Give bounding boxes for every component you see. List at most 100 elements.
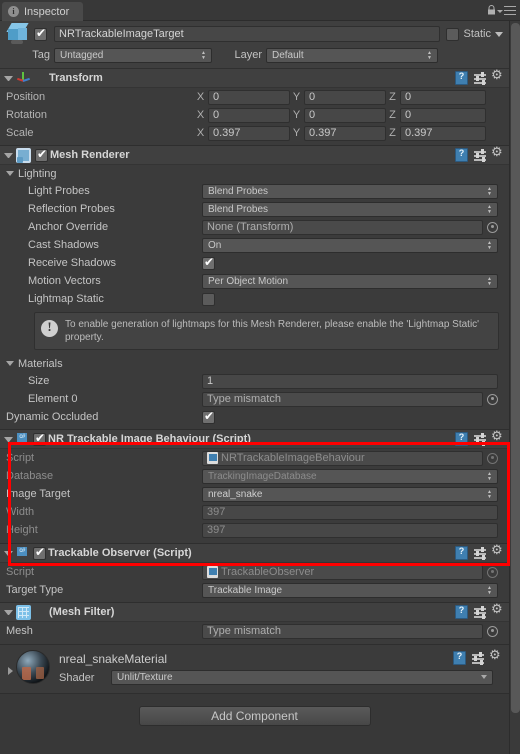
help-icon[interactable] (455, 71, 468, 85)
component-trackable-observer: Trackable Observer (Script) Script Track… (0, 543, 509, 603)
mesh-renderer-icon (16, 147, 31, 163)
warning-icon (41, 319, 58, 337)
foldout-arrow-icon[interactable] (4, 436, 13, 442)
position-y-input[interactable]: 0 (304, 89, 386, 105)
object-picker-icon[interactable] (487, 221, 498, 233)
updown-arrows-icon (426, 51, 433, 62)
hamburger-menu-icon[interactable] (504, 6, 516, 15)
inspector-content: NRTrackableImageTarget Static Tag Untagg… (0, 21, 509, 754)
preset-icon[interactable] (474, 606, 486, 619)
materials-size-label: Size (28, 375, 50, 387)
gear-icon[interactable] (489, 648, 502, 664)
tab-inspector[interactable]: i Inspector (2, 2, 84, 21)
foldout-arrow-icon[interactable] (4, 75, 13, 81)
position-z-input[interactable]: 0 (400, 89, 486, 105)
rotation-y-input[interactable]: 0 (304, 107, 386, 123)
rotation-z-input[interactable]: 0 (400, 107, 486, 123)
row-dynamic-occluded: Dynamic Occluded (0, 408, 509, 426)
materials-element0-objectfield[interactable]: Type mismatch (202, 391, 483, 407)
mesh-renderer-enabled-checkbox[interactable] (35, 147, 48, 162)
component-mesh-renderer: Mesh Renderer Lighting Light Probes Blen… (0, 145, 509, 430)
help-icon[interactable] (455, 432, 468, 446)
row-to-target-type: Target Type Trackable Image (0, 581, 509, 599)
trackable-observer-header[interactable]: Trackable Observer (Script) (0, 543, 509, 563)
row-anchor-override: Anchor Override None (Transform) (0, 218, 509, 236)
axis-x-label: X (196, 91, 205, 103)
help-icon[interactable] (455, 605, 468, 619)
preset-icon[interactable] (474, 547, 486, 560)
reflection-probes-dropdown[interactable]: Blend Probes (202, 201, 498, 217)
gear-icon[interactable] (491, 543, 504, 559)
row-motion-vectors: Motion Vectors Per Object Motion (0, 272, 509, 290)
chevron-down-icon[interactable] (497, 10, 503, 13)
materials-foldout[interactable]: Materials (0, 355, 509, 372)
gear-icon[interactable] (491, 429, 504, 445)
receive-shadows-checkbox[interactable] (202, 255, 215, 270)
layer-label: Layer (234, 49, 262, 61)
object-picker-icon[interactable] (487, 625, 498, 637)
scrollbar-thumb[interactable] (511, 23, 520, 713)
gameobject-name-input[interactable]: NRTrackableImageTarget (54, 26, 441, 42)
object-picker-icon[interactable] (487, 393, 498, 405)
foldout-arrow-icon[interactable] (4, 550, 13, 556)
help-icon[interactable] (455, 148, 468, 162)
mesh-filter-header[interactable]: (Mesh Filter) (0, 602, 509, 622)
position-x-input[interactable]: 0 (208, 89, 290, 105)
anchor-override-label: Anchor Override (28, 221, 109, 233)
foldout-arrow-icon[interactable] (4, 152, 13, 158)
to-target-type-dropdown[interactable]: Trackable Image (202, 582, 498, 598)
preset-icon[interactable] (472, 652, 484, 665)
gear-icon[interactable] (491, 145, 504, 161)
static-checkbox[interactable] (446, 27, 460, 41)
materials-label: Materials (18, 357, 63, 370)
cast-shadows-dropdown[interactable]: On (202, 237, 498, 253)
row-materials-element0: Element 0 Type mismatch (0, 390, 509, 408)
motion-vectors-dropdown[interactable]: Per Object Motion (202, 273, 498, 289)
trackable-observer-enabled-checkbox[interactable] (33, 545, 46, 560)
gear-icon[interactable] (491, 68, 504, 84)
anchor-override-objectfield[interactable]: None (Transform) (202, 219, 483, 235)
static-dropdown-icon[interactable] (495, 31, 503, 37)
transform-header[interactable]: Transform (0, 68, 509, 88)
add-component-button[interactable]: Add Component (138, 706, 371, 726)
foldout-arrow-icon[interactable] (4, 609, 13, 615)
vertical-scrollbar[interactable] (509, 21, 520, 754)
nr-trackable-image-behaviour-header[interactable]: NR Trackable Image Behaviour (Script) (0, 429, 509, 449)
mesh-objectfield[interactable]: Type mismatch (202, 623, 483, 639)
mesh-filter-title: (Mesh Filter) (49, 606, 115, 618)
gear-icon[interactable] (491, 602, 504, 618)
nrtib-script-value: NRTrackableImageBehaviour (221, 451, 365, 464)
lightmap-static-label: Lightmap Static (28, 293, 104, 305)
help-icon[interactable] (455, 546, 468, 560)
mesh-renderer-header[interactable]: Mesh Renderer (0, 145, 509, 165)
layer-dropdown[interactable]: Default (266, 47, 438, 63)
help-icon[interactable] (453, 651, 466, 665)
axis-z-label: Z (389, 109, 396, 121)
row-nrtib-database: Database TrackingImageDatabase (0, 467, 509, 485)
nrtib-image-target-dropdown[interactable]: nreal_snake (202, 486, 498, 502)
rotation-x-input[interactable]: 0 (208, 107, 290, 123)
shader-label: Shader (59, 671, 95, 684)
lighting-foldout[interactable]: Lighting (0, 165, 509, 182)
tag-dropdown[interactable]: Untagged (54, 47, 212, 63)
scale-x-input[interactable]: 0.397 (208, 125, 290, 141)
anchor-override-value: None (Transform) (207, 220, 294, 233)
component-nr-trackable-image-behaviour: NR Trackable Image Behaviour (Script) Sc… (0, 429, 509, 544)
mesh-renderer-header-icons (455, 145, 504, 162)
scale-z-input[interactable]: 0.397 (400, 125, 486, 141)
gameobject-enabled-checkbox[interactable] (34, 26, 47, 41)
nr-trackable-image-behaviour-enabled-checkbox[interactable] (33, 431, 46, 446)
add-component-area: Add Component (0, 694, 509, 726)
materials-size-input[interactable]: 1 (202, 373, 498, 389)
light-probes-dropdown[interactable]: Blend Probes (202, 183, 498, 199)
preset-icon[interactable] (474, 433, 486, 446)
dynamic-occluded-checkbox[interactable] (202, 409, 215, 424)
preset-icon[interactable] (474, 72, 486, 85)
nrtib-database-dropdown[interactable]: TrackingImageDatabase (202, 468, 498, 484)
updown-arrows-icon (486, 490, 493, 501)
scale-y-input[interactable]: 0.397 (304, 125, 386, 141)
lightmap-static-checkbox[interactable] (202, 292, 215, 306)
shader-dropdown[interactable]: Unlit/Texture (111, 670, 493, 685)
preset-icon[interactable] (474, 149, 486, 162)
lock-icon[interactable] (487, 5, 496, 15)
